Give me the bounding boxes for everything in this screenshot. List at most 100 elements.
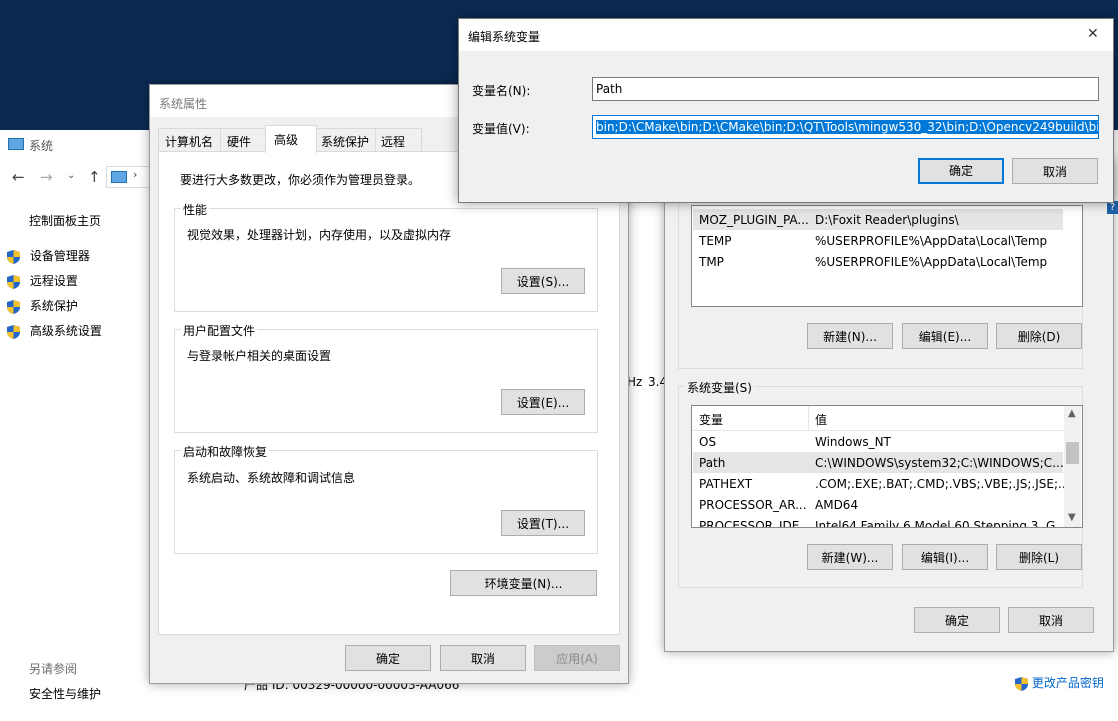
user-new-button[interactable]: 新建(N)...	[807, 323, 893, 349]
tab-label: 系统保护	[321, 135, 370, 149]
startup-recovery-settings-button[interactable]: 设置(T)...	[501, 510, 585, 536]
system-edit-button[interactable]: 编辑(I)...	[902, 544, 988, 570]
sysprops-cancel-button[interactable]: 取消	[440, 645, 526, 671]
user-edit-button[interactable]: 编辑(E)...	[902, 323, 988, 349]
list-header: 变量 值	[692, 406, 1064, 431]
var-value: %USERPROFILE%\AppData\Local\Temp	[815, 234, 1048, 248]
chevron-down-icon[interactable]: ⌄	[67, 170, 75, 181]
tab-label: 计算机名	[165, 135, 214, 149]
computer-icon	[111, 171, 127, 183]
tab-label: 远程	[381, 135, 406, 149]
list-row[interactable]: MOZ_PLUGIN_PA... D:\Foxit Reader\plugins…	[693, 209, 1063, 230]
sysprops-ok-button[interactable]: 确定	[345, 645, 431, 671]
list-row[interactable]: PATHEXT .COM;.EXE;.BAT;.CMD;.VBS;.VBE;.J…	[693, 473, 1069, 494]
edit-variable-dialog: 编辑系统变量 ✕ 变量名(N): Path 变量值(V): bin;D:\CMa…	[458, 18, 1114, 203]
user-profiles-settings-button[interactable]: 设置(E)...	[501, 389, 585, 415]
scroll-down-icon[interactable]: ▼	[1068, 512, 1076, 523]
list-row[interactable]: TEMP %USERPROFILE%\AppData\Local\Temp	[693, 230, 1063, 251]
back-arrow-icon[interactable]: ←	[12, 168, 25, 186]
selected-value-text: bin;D:\CMake\bin;D:\CMake\bin;D:\QT\Tool…	[596, 120, 1098, 134]
column-header-variable[interactable]: 变量	[699, 411, 723, 428]
startup-recovery-title: 启动和故障恢复	[181, 443, 270, 460]
breadcrumb-chevron-icon: ›	[133, 168, 138, 181]
tab-label: 硬件	[227, 135, 252, 149]
user-profiles-desc: 与登录帐户相关的桌面设置	[187, 349, 332, 363]
sidebar-link-advanced-settings[interactable]: 高级系统设置	[7, 322, 102, 339]
tab-system-protection[interactable]: 系统保护	[315, 128, 377, 151]
shield-icon	[7, 324, 20, 339]
change-product-key-link[interactable]: 更改产品密钥	[1015, 674, 1104, 691]
close-icon[interactable]: ✕	[1087, 26, 1099, 42]
edit-variable-title-bar: 编辑系统变量 ✕	[459, 19, 1113, 51]
scroll-thumb[interactable]	[1066, 442, 1079, 464]
up-arrow-icon[interactable]: ↑	[88, 168, 101, 186]
user-delete-button[interactable]: 删除(D)	[996, 323, 1082, 349]
env-vars-dialog: MOZ_PLUGIN_PA... D:\Foxit Reader\plugins…	[664, 160, 1114, 652]
column-divider	[808, 406, 809, 430]
var-value: D:\Foxit Reader\plugins\	[815, 213, 959, 227]
user-profiles-group	[174, 329, 598, 433]
edit-variable-ok-button[interactable]: 确定	[918, 158, 1004, 184]
var-value: AMD64	[815, 498, 859, 512]
sidebar-link-label: 系统保护	[29, 299, 78, 313]
var-value: C:\WINDOWS\system32;C:\WINDOWS;C...	[815, 456, 1064, 470]
cpu-unit-text: Hz	[627, 375, 643, 389]
computer-icon	[8, 138, 24, 150]
var-value: Windows_NT	[815, 435, 891, 449]
sidebar-link-device-manager[interactable]: 设备管理器	[7, 247, 90, 264]
var-name: OS	[699, 435, 717, 449]
system-new-button[interactable]: 新建(W)...	[807, 544, 893, 570]
var-value: .COM;.EXE;.BAT;.CMD;.VBS;.VBE;.JS;.JSE;.…	[815, 477, 1070, 491]
var-value: Intel64 Family 6 Model 60 Stepping 3, G.…	[815, 519, 1067, 528]
shield-icon	[7, 274, 20, 289]
performance-desc: 视觉效果，处理器计划，内存使用，以及虚拟内存	[187, 228, 452, 242]
sidebar-link-remote-settings[interactable]: 远程设置	[7, 272, 78, 289]
variable-name-label: 变量名(N):	[472, 84, 531, 98]
startup-recovery-desc: 系统启动、系统故障和调试信息	[187, 471, 356, 485]
sidebar-link-system-protection[interactable]: 系统保护	[7, 297, 78, 314]
shield-icon	[7, 299, 20, 314]
column-header-value[interactable]: 值	[815, 411, 827, 428]
variable-name-input[interactable]: Path	[592, 77, 1099, 101]
system-vars-list[interactable]: 变量 值 OS Windows_NT Path C:\WINDOWS\syste…	[691, 405, 1083, 528]
shield-icon	[7, 249, 20, 264]
user-profiles-title: 用户配置文件	[181, 322, 258, 339]
list-row[interactable]: PROCESSOR_AR... AMD64	[693, 494, 1063, 515]
system-vars-title: 系统变量(S)	[685, 379, 754, 396]
sysprops-title: 系统属性	[159, 97, 208, 111]
sidebar-link-label: 远程设置	[29, 274, 78, 288]
var-name: TMP	[699, 255, 724, 269]
var-name: Path	[699, 456, 726, 470]
edit-variable-cancel-button[interactable]: 取消	[1012, 158, 1098, 184]
scroll-up-icon[interactable]: ▲	[1068, 408, 1076, 419]
performance-group	[174, 208, 598, 312]
environment-variables-button[interactable]: 环境变量(N)...	[450, 570, 597, 596]
startup-recovery-group	[174, 450, 598, 554]
list-row[interactable]: TMP %USERPROFILE%\AppData\Local\Temp	[693, 251, 1063, 272]
tab-advanced[interactable]: 高级	[265, 125, 317, 153]
security-maintenance-link[interactable]: 安全性与维护	[29, 685, 101, 702]
performance-settings-button[interactable]: 设置(S)...	[501, 268, 585, 294]
tab-label: 高级	[274, 133, 299, 147]
variable-value-input[interactable]: bin;D:\CMake\bin;D:\CMake\bin;D:\QT\Tool…	[592, 115, 1099, 139]
tab-remote[interactable]: 远程	[375, 128, 422, 151]
list-row[interactable]: Path C:\WINDOWS\system32;C:\WINDOWS;C...	[693, 452, 1064, 473]
list-row[interactable]: OS Windows_NT	[693, 431, 1063, 452]
system-delete-button[interactable]: 删除(L)	[996, 544, 1082, 570]
sidebar-home-link[interactable]: 控制面板主页	[29, 212, 101, 229]
tab-computer-name[interactable]: 计算机名	[158, 128, 222, 151]
forward-arrow-icon[interactable]: →	[40, 168, 53, 186]
var-name: PATHEXT	[699, 477, 753, 491]
env-ok-button[interactable]: 确定	[914, 607, 1000, 633]
env-cancel-button[interactable]: 取消	[1008, 607, 1094, 633]
user-vars-list[interactable]: MOZ_PLUGIN_PA... D:\Foxit Reader\plugins…	[691, 205, 1083, 307]
sysprops-apply-button[interactable]: 应用(A)	[534, 645, 620, 671]
var-name: MOZ_PLUGIN_PA...	[699, 213, 809, 227]
admin-note: 要进行大多数更改，你必须作为管理员登录。	[180, 173, 421, 187]
see-also-title: 另请参阅	[29, 662, 78, 676]
variable-value-label: 变量值(V):	[472, 122, 530, 136]
var-name: PROCESSOR_IDE...	[699, 519, 811, 528]
vertical-scrollbar[interactable]: ▲ ▼	[1064, 406, 1081, 527]
tab-hardware[interactable]: 硬件	[220, 128, 267, 151]
list-row[interactable]: PROCESSOR_IDE... Intel64 Family 6 Model …	[693, 515, 1067, 528]
